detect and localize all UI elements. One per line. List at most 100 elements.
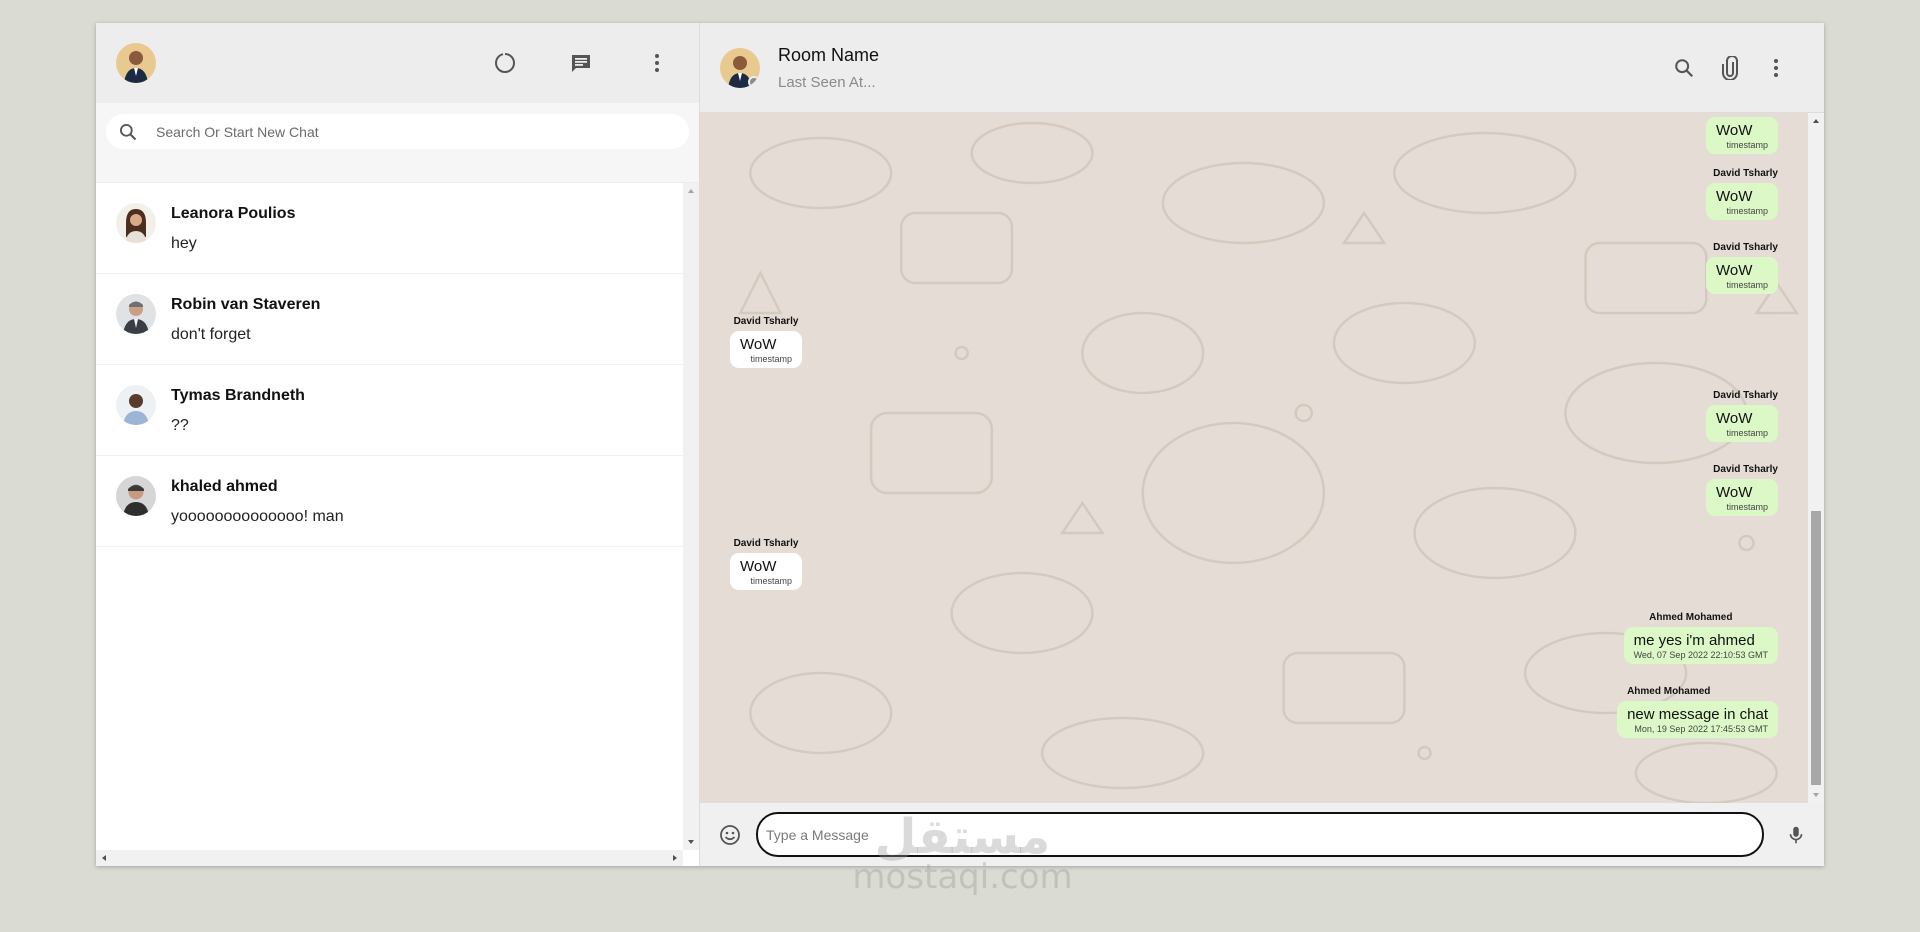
contact-avatar (116, 294, 156, 334)
message-bubble[interactable]: WoW timestamp (730, 553, 802, 590)
message: Ahmed Mohamed me yes i'm ahmed Wed, 07 S… (1623, 612, 1778, 664)
sidebar-horizontal-scrollbar[interactable] (96, 850, 683, 866)
last-seen: Last Seen At... (778, 73, 876, 91)
message-text: WoW (1716, 410, 1753, 427)
scroll-down-icon[interactable] (683, 834, 699, 850)
message: WoW timestamp (1706, 117, 1778, 154)
menu-icon[interactable] (1758, 50, 1794, 86)
scroll-left-icon[interactable] (96, 850, 112, 866)
chat-list: Leanora Poulios hey Robin van Staveren d… (96, 183, 683, 850)
message-text: WoW (740, 558, 777, 575)
search-box (106, 114, 689, 149)
message-sender: David Tsharly (1713, 168, 1778, 179)
message-bubble[interactable]: WoW timestamp (1706, 405, 1778, 442)
chat-vertical-scrollbar[interactable] (1808, 113, 1824, 803)
message-text: WoW (1716, 188, 1753, 205)
message-bubble[interactable]: new message in chat Mon, 19 Sep 2022 17:… (1617, 701, 1778, 738)
contact-name: Leanora Poulios (171, 205, 296, 222)
message-timestamp: timestamp (1726, 280, 1768, 290)
chat-list-item[interactable]: Robin van Staveren don't forget (96, 274, 683, 365)
message: David Tsharly WoW timestamp (730, 538, 802, 590)
message-composer (700, 803, 1824, 866)
new-chat-icon[interactable] (563, 45, 599, 81)
scroll-down-icon[interactable] (1808, 787, 1824, 803)
message-sender: David Tsharly (733, 316, 799, 327)
message-timestamp: timestamp (1726, 502, 1768, 512)
message-sender: David Tsharly (1713, 464, 1778, 475)
message-sender: David Tsharly (1713, 242, 1778, 253)
room-avatar[interactable] (720, 47, 760, 88)
last-message: ?? (171, 417, 189, 434)
chat-panel: Room Name Last Seen At... WoW timestamp … (700, 23, 1824, 866)
chat-header: Room Name Last Seen At... (700, 23, 1824, 113)
chat-app: Leanora Poulios hey (96, 23, 1824, 866)
attach-icon[interactable] (1712, 50, 1748, 86)
message: David Tsharly WoW timestamp (1706, 464, 1778, 516)
message-sender: Ahmed Mohamed (1627, 686, 1711, 697)
message-bubble[interactable]: me yes i'm ahmed Wed, 07 Sep 2022 22:10:… (1623, 627, 1778, 664)
message: David Tsharly WoW timestamp (730, 316, 802, 368)
contact-name: Tymas Brandneth (171, 387, 305, 404)
contact-name: khaled ahmed (171, 478, 278, 495)
chat-list-item[interactable]: Leanora Poulios hey (96, 183, 683, 274)
emoji-icon[interactable] (712, 817, 748, 853)
contact-avatar (116, 385, 156, 425)
message-bubble[interactable]: WoW timestamp (1706, 479, 1778, 516)
message: David Tsharly WoW timestamp (1706, 168, 1778, 220)
message-timestamp: timestamp (750, 354, 792, 364)
scrollbar-thumb[interactable] (1811, 511, 1821, 785)
message: David Tsharly WoW timestamp (1706, 390, 1778, 442)
chat-list-container: Leanora Poulios hey Robin van Staveren d… (96, 183, 699, 866)
last-message: yoooooooooooooo! man (171, 508, 344, 525)
last-message: hey (171, 235, 197, 252)
message-timestamp: timestamp (750, 576, 792, 586)
message-bubble[interactable]: WoW timestamp (1706, 183, 1778, 220)
message-bubble[interactable]: WoW timestamp (730, 331, 802, 368)
message-sender: David Tsharly (1713, 390, 1778, 401)
chat-list-item[interactable]: Tymas Brandneth ?? (96, 365, 683, 456)
search-input[interactable] (156, 123, 677, 140)
message-sender: Ahmed Mohamed (1649, 612, 1733, 623)
message: David Tsharly WoW timestamp (1706, 242, 1778, 294)
message-bubble[interactable]: WoW timestamp (1706, 257, 1778, 294)
message-sender: David Tsharly (733, 538, 799, 549)
contact-name: Robin van Staveren (171, 296, 321, 313)
message-list: WoW timestamp David Tsharly WoW timestam… (700, 113, 1808, 803)
search-bar (96, 103, 699, 183)
chat-body: WoW timestamp David Tsharly WoW timestam… (700, 113, 1824, 803)
message: Ahmed Mohamed new message in chat Mon, 1… (1617, 686, 1778, 738)
microphone-icon[interactable] (1778, 817, 1814, 853)
message-text: WoW (1716, 484, 1753, 501)
search-icon[interactable] (1666, 50, 1702, 86)
scroll-up-icon[interactable] (683, 183, 699, 199)
message-timestamp: timestamp (1726, 140, 1768, 150)
last-message: don't forget (171, 326, 251, 343)
menu-icon[interactable] (639, 45, 675, 81)
watermark-latin: mostaqi.com (852, 857, 1073, 897)
message-text: WoW (1716, 122, 1753, 139)
sidebar-header (96, 23, 699, 103)
contact-avatar (116, 203, 156, 243)
room-name: Room Name (778, 44, 880, 65)
message-timestamp: timestamp (1726, 206, 1768, 216)
message-text: WoW (740, 336, 777, 353)
search-icon (120, 123, 137, 140)
message-timestamp: Wed, 07 Sep 2022 22:10:53 GMT (1633, 650, 1768, 660)
message-text: WoW (1716, 262, 1753, 279)
scroll-up-icon[interactable] (1808, 113, 1824, 129)
message-text: new message in chat (1627, 706, 1768, 723)
status-icon[interactable] (487, 45, 523, 81)
message-text: me yes i'm ahmed (1633, 632, 1755, 649)
room-info[interactable]: Room Name Last Seen At... (778, 45, 1666, 91)
message-timestamp: timestamp (1726, 428, 1768, 438)
scroll-right-icon[interactable] (667, 850, 683, 866)
presence-indicator (748, 75, 760, 88)
sidebar: Leanora Poulios hey (96, 23, 700, 866)
chat-list-item[interactable]: khaled ahmed yoooooooooooooo! man (96, 456, 683, 547)
message-timestamp: Mon, 19 Sep 2022 17:45:53 GMT (1634, 724, 1768, 734)
sidebar-vertical-scrollbar[interactable] (683, 183, 699, 850)
message-input[interactable] (756, 812, 1764, 857)
contact-avatar (116, 476, 156, 516)
message-bubble[interactable]: WoW timestamp (1706, 117, 1778, 154)
user-avatar[interactable] (116, 43, 156, 83)
